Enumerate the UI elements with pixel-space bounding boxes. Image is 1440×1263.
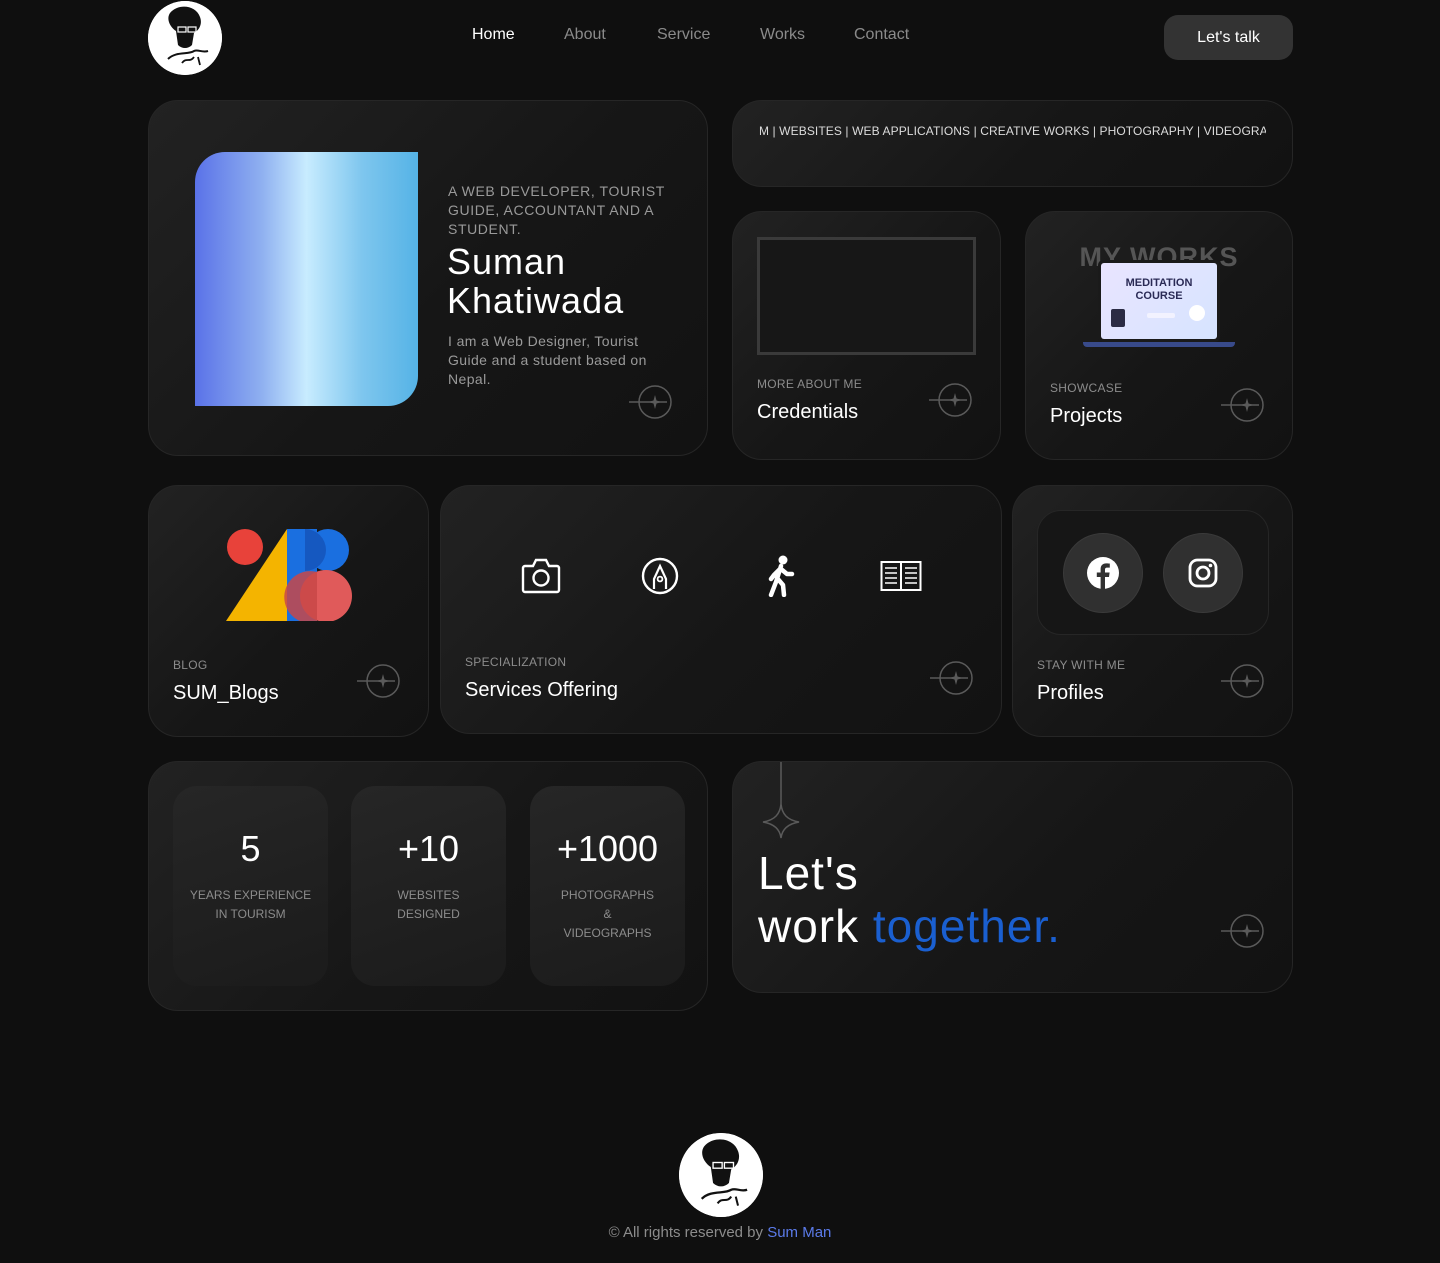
stat-value: +10 (397, 828, 460, 869)
facebook-link[interactable] (1063, 533, 1143, 613)
stat-label: PHOTOGRAPHS & VIDEOGRAPHS (560, 888, 655, 940)
star-arrow-icon[interactable] (929, 382, 975, 418)
credentials-card[interactable]: MORE ABOUT ME Credentials (732, 211, 1001, 460)
walking-person-icon (768, 555, 795, 597)
hero-name-line2: Khatiwada (447, 280, 625, 321)
projects-eyebrow: SHOWCASE (1050, 381, 1123, 395)
services-card[interactable]: SPECIALIZATION Services Offering (440, 485, 1002, 734)
services-eyebrow: SPECIALIZATION (465, 655, 567, 669)
skills-marquee: M | WEBSITES | WEB APPLICATIONS | CREATI… (759, 124, 1266, 138)
credentials-eyebrow: MORE ABOUT ME (757, 377, 863, 391)
projects-card[interactable]: MY WORKS MEDITATION COURSE SHOWCASE Proj… (1025, 211, 1293, 460)
nav-service[interactable]: Service (657, 26, 710, 44)
work-together-card[interactable]: Let's work together. (732, 761, 1293, 993)
cta-line2-work: work (758, 900, 860, 952)
laptop-screen-title-2: COURSE (1135, 290, 1183, 302)
star-arrow-icon[interactable] (1221, 913, 1267, 949)
camera-icon (521, 558, 561, 594)
nav-home[interactable]: Home (472, 26, 515, 44)
header-logo[interactable] (148, 1, 222, 75)
author-link[interactable]: Sum Man (767, 1224, 831, 1241)
facebook-icon (1087, 557, 1119, 589)
hero-bio: I am a Web Designer, Tourist Guide and a… (448, 333, 647, 387)
laptop-screen-title-1: MEDITATION (1125, 277, 1193, 289)
stat-value: 5 (240, 828, 261, 869)
credentials-image-frame (757, 237, 976, 355)
blog-eyebrow: BLOG (173, 658, 208, 672)
footer-logo[interactable] (679, 1133, 763, 1217)
stat-box: +1000 PHOTOGRAPHS & VIDEOGRAPHS (530, 786, 685, 986)
star-arrow-icon[interactable] (930, 660, 976, 696)
stat-box: 5 YEARS EXPERIENCE IN TOURISM (173, 786, 328, 986)
star-arrow-icon[interactable] (1221, 663, 1267, 699)
hero-name-line1: Suman (447, 241, 567, 282)
credentials-title: Credentials (757, 401, 859, 423)
profiles-title: Profiles (1037, 682, 1104, 704)
stat-box: +10 WEBSITES DESIGNED (351, 786, 506, 986)
avatar-sketch-icon (679, 1133, 763, 1217)
projects-title: Projects (1050, 405, 1123, 427)
blog-title: SUM_Blogs (173, 682, 279, 704)
stat-label: WEBSITES DESIGNED (397, 888, 460, 921)
sparkle-icon (762, 762, 800, 839)
laptop-mockup: MEDITATION COURSE (1083, 260, 1235, 352)
hero-card[interactable]: A WEB DEVELOPER, TOURIST GUIDE, ACCOUNTA… (148, 100, 708, 456)
instagram-link[interactable] (1163, 533, 1243, 613)
nav-contact[interactable]: Contact (854, 26, 909, 44)
pen-nib-icon (641, 557, 679, 595)
cta-line2-together: together. (872, 900, 1061, 952)
profiles-card[interactable]: STAY WITH ME Profiles (1012, 485, 1293, 737)
star-arrow-icon[interactable] (357, 663, 403, 699)
footer-copyright: © All rights reserved by Sum Man (0, 1224, 1440, 1241)
stat-label: YEARS EXPERIENCE IN TOURISM (189, 888, 312, 921)
stats-card: 5 YEARS EXPERIENCE IN TOURISM +10 WEBSIT… (148, 761, 708, 1011)
hero-portrait (195, 152, 418, 406)
blog-logo-icon (226, 529, 352, 621)
blog-card[interactable]: BLOG SUM_Blogs (148, 485, 429, 737)
skills-marquee-card: M | WEBSITES | WEB APPLICATIONS | CREATI… (732, 100, 1293, 187)
social-links-panel (1037, 510, 1269, 635)
nav-about[interactable]: About (564, 26, 606, 44)
lets-talk-button[interactable]: Let's talk (1164, 15, 1293, 60)
nav-works[interactable]: Works (760, 26, 805, 44)
copyright-text: © All rights reserved by (608, 1224, 764, 1241)
hero-tagline: A WEB DEVELOPER, TOURIST GUIDE, ACCOUNTA… (448, 183, 665, 237)
avatar-sketch-icon (148, 1, 222, 75)
services-title: Services Offering (465, 679, 619, 701)
instagram-icon (1188, 558, 1218, 588)
star-arrow-icon[interactable] (1221, 387, 1267, 423)
book-icon (880, 561, 922, 591)
cta-line1: Let's (758, 847, 859, 899)
profiles-eyebrow: STAY WITH ME (1037, 658, 1126, 672)
star-arrow-icon[interactable] (629, 384, 675, 420)
cta-line2: work together. (758, 899, 1061, 953)
stat-value: +1000 (556, 828, 659, 869)
